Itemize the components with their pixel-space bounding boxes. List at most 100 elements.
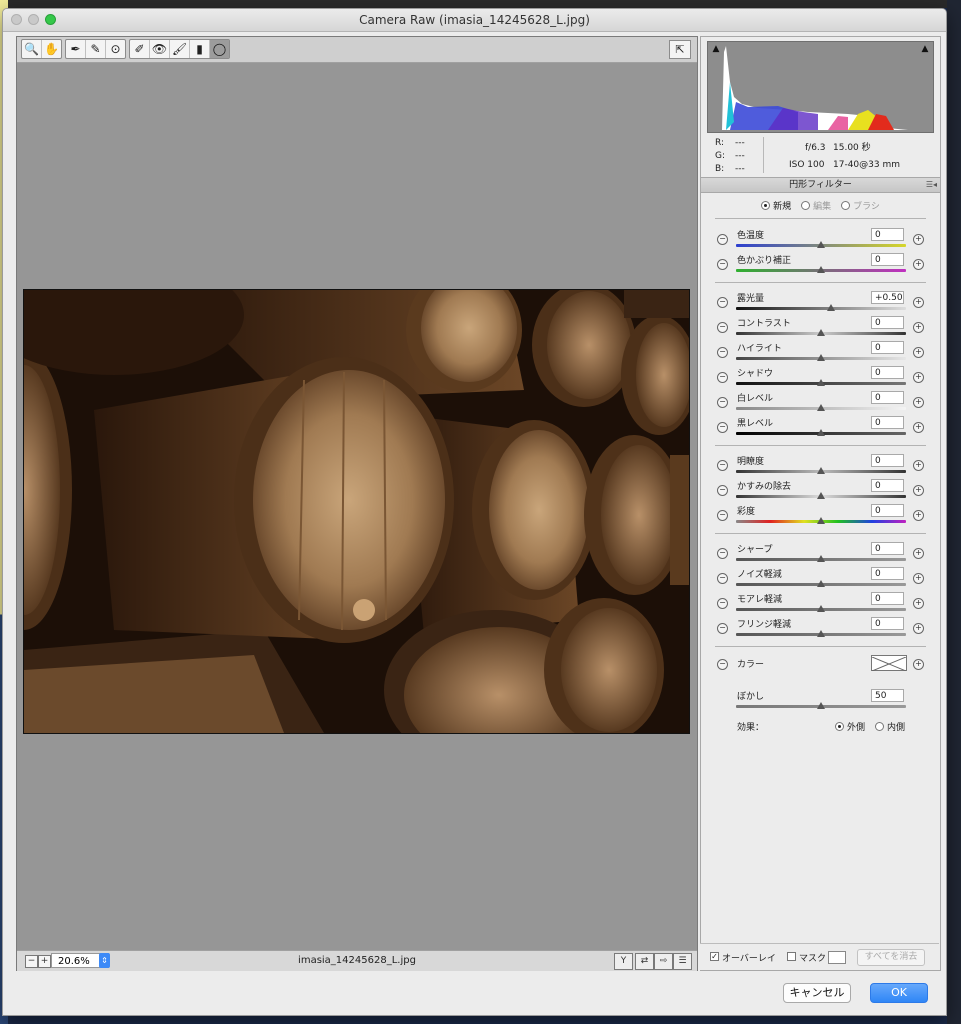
- slider-whites-thumb[interactable]: [817, 404, 825, 411]
- slider-contrast-minus-icon[interactable]: −: [717, 322, 728, 333]
- slider-exposure-thumb[interactable]: [827, 304, 836, 311]
- preview-preferences-icon[interactable]: ☰: [673, 953, 692, 970]
- slider-temperature-plus-icon[interactable]: +: [913, 234, 924, 245]
- slider-defringe-plus-icon[interactable]: +: [913, 623, 924, 634]
- slider-feather-thumb[interactable]: [817, 702, 825, 709]
- slider-shadows-value[interactable]: 0: [871, 366, 904, 379]
- slider-defringe-thumb[interactable]: [817, 630, 825, 637]
- slider-shadows-minus-icon[interactable]: −: [717, 372, 728, 383]
- slider-sharpness-plus-icon[interactable]: +: [913, 548, 924, 559]
- slider-blacks[interactable]: − + 黒レベル 0: [701, 415, 940, 440]
- slider-clarity-value[interactable]: 0: [871, 454, 904, 467]
- swap-settings-icon[interactable]: ⇄: [635, 953, 654, 970]
- hand-tool-icon[interactable]: ✋: [42, 40, 61, 58]
- slider-exposure-value[interactable]: +0.50: [871, 291, 904, 304]
- slider-saturation-value[interactable]: 0: [871, 504, 904, 517]
- slider-defringe-value[interactable]: 0: [871, 617, 904, 630]
- slider-whites-plus-icon[interactable]: +: [913, 397, 924, 408]
- ok-button[interactable]: OK: [870, 983, 928, 1003]
- slider-dehaze[interactable]: − + かすみの除去 0: [701, 478, 940, 503]
- before-after-toggle-icon[interactable]: Y: [614, 953, 633, 970]
- mode-brush[interactable]: ブラシ: [841, 199, 880, 212]
- slider-dehaze-thumb[interactable]: [817, 492, 825, 499]
- slider-highlights-thumb[interactable]: [817, 354, 825, 361]
- slider-blacks-minus-icon[interactable]: −: [717, 422, 728, 433]
- panel-menu-icon[interactable]: ☰◂: [926, 178, 937, 192]
- mode-edit[interactable]: 編集: [801, 199, 831, 212]
- slider-contrast-thumb[interactable]: [817, 329, 825, 336]
- slider-noise-reduction[interactable]: − + ノイズ軽減 0: [701, 566, 940, 591]
- slider-temperature[interactable]: − + 色温度 0: [701, 227, 940, 252]
- white-balance-tool-icon[interactable]: ✒: [66, 40, 86, 58]
- preview-canvas[interactable]: [17, 63, 697, 949]
- slider-whites-minus-icon[interactable]: −: [717, 397, 728, 408]
- slider-clarity-plus-icon[interactable]: +: [913, 460, 924, 471]
- slider-sharpness-value[interactable]: 0: [871, 542, 904, 555]
- copy-settings-icon[interactable]: ⇨: [654, 953, 673, 970]
- red-eye-tool-icon[interactable]: 👁: [150, 40, 170, 58]
- fullscreen-toggle-icon[interactable]: ⇱: [669, 40, 691, 59]
- slider-blacks-value[interactable]: 0: [871, 416, 904, 429]
- effect-outside-radio[interactable]: 外側: [835, 720, 865, 733]
- slider-whites-value[interactable]: 0: [871, 391, 904, 404]
- cancel-button[interactable]: キャンセル: [783, 983, 851, 1003]
- clear-all-button[interactable]: すべてを消去: [857, 949, 925, 966]
- zoom-tool-icon[interactable]: 🔍: [22, 40, 42, 58]
- slider-exposure[interactable]: − + 露光量 +0.50: [701, 290, 940, 315]
- slider-highlights-plus-icon[interactable]: +: [913, 347, 924, 358]
- slider-sharpness[interactable]: − + シャープ 0: [701, 541, 940, 566]
- slider-temperature-minus-icon[interactable]: −: [717, 234, 728, 245]
- slider-exposure-minus-icon[interactable]: −: [717, 297, 728, 308]
- slider-contrast-plus-icon[interactable]: +: [913, 322, 924, 333]
- slider-dehaze-minus-icon[interactable]: −: [717, 485, 728, 496]
- targeted-adjustment-tool-icon[interactable]: ⊙: [106, 40, 125, 58]
- adjustment-brush-icon[interactable]: 🖌: [170, 40, 190, 58]
- mask-checkbox[interactable]: [787, 952, 796, 961]
- slider-tint-minus-icon[interactable]: −: [717, 259, 728, 270]
- slider-sharpness-thumb[interactable]: [817, 555, 825, 562]
- slider-highlights[interactable]: − + ハイライト 0: [701, 340, 940, 365]
- mode-new[interactable]: 新規: [761, 199, 791, 212]
- slider-saturation[interactable]: − + 彩度 0: [701, 503, 940, 528]
- slider-moire-reduction-thumb[interactable]: [817, 605, 825, 612]
- slider-whites[interactable]: − + 白レベル 0: [701, 390, 940, 415]
- slider-temperature-value[interactable]: 0: [871, 228, 904, 241]
- mask-color-swatch[interactable]: [828, 951, 846, 964]
- preview-image[interactable]: [23, 289, 690, 734]
- slider-clarity-thumb[interactable]: [817, 467, 825, 474]
- slider-highlights-value[interactable]: 0: [871, 341, 904, 354]
- slider-dehaze-value[interactable]: 0: [871, 479, 904, 492]
- slider-defringe[interactable]: − + フリンジ軽減 0: [701, 616, 940, 641]
- slider-feather-value[interactable]: 50: [871, 689, 904, 702]
- color-sampler-tool-icon[interactable]: ✎: [86, 40, 106, 58]
- slider-defringe-minus-icon[interactable]: −: [717, 623, 728, 634]
- slider-noise-reduction-thumb[interactable]: [817, 580, 825, 587]
- effect-inside-radio[interactable]: 内側: [875, 720, 905, 733]
- slider-shadows-plus-icon[interactable]: +: [913, 372, 924, 383]
- slider-temperature-thumb[interactable]: [817, 241, 825, 248]
- slider-dehaze-plus-icon[interactable]: +: [913, 485, 924, 496]
- slider-noise-reduction-value[interactable]: 0: [871, 567, 904, 580]
- slider-noise-reduction-plus-icon[interactable]: +: [913, 573, 924, 584]
- color-plus-icon[interactable]: +: [913, 659, 924, 670]
- color-swatch[interactable]: [871, 655, 907, 672]
- slider-shadows[interactable]: − + シャドウ 0: [701, 365, 940, 390]
- slider-moire-reduction-plus-icon[interactable]: +: [913, 598, 924, 609]
- slider-shadows-thumb[interactable]: [817, 379, 825, 386]
- spot-removal-tool-icon[interactable]: ✐: [130, 40, 150, 58]
- slider-blacks-thumb[interactable]: [817, 429, 825, 436]
- shadow-clipping-warning-icon[interactable]: ▲: [710, 44, 722, 54]
- slider-sharpness-minus-icon[interactable]: −: [717, 548, 728, 559]
- slider-tint-plus-icon[interactable]: +: [913, 259, 924, 270]
- slider-saturation-plus-icon[interactable]: +: [913, 510, 924, 521]
- slider-clarity[interactable]: − + 明瞭度 0: [701, 453, 940, 478]
- slider-tint-thumb[interactable]: [817, 266, 825, 273]
- slider-highlights-minus-icon[interactable]: −: [717, 347, 728, 358]
- slider-saturation-thumb[interactable]: [817, 517, 825, 524]
- slider-contrast-value[interactable]: 0: [871, 316, 904, 329]
- slider-moire-reduction-minus-icon[interactable]: −: [717, 598, 728, 609]
- slider-feather[interactable]: ぼかし 50: [701, 688, 940, 713]
- radial-filter-icon[interactable]: ◯: [210, 40, 229, 58]
- slider-moire-reduction-value[interactable]: 0: [871, 592, 904, 605]
- slider-moire-reduction[interactable]: − + モアレ軽減 0: [701, 591, 940, 616]
